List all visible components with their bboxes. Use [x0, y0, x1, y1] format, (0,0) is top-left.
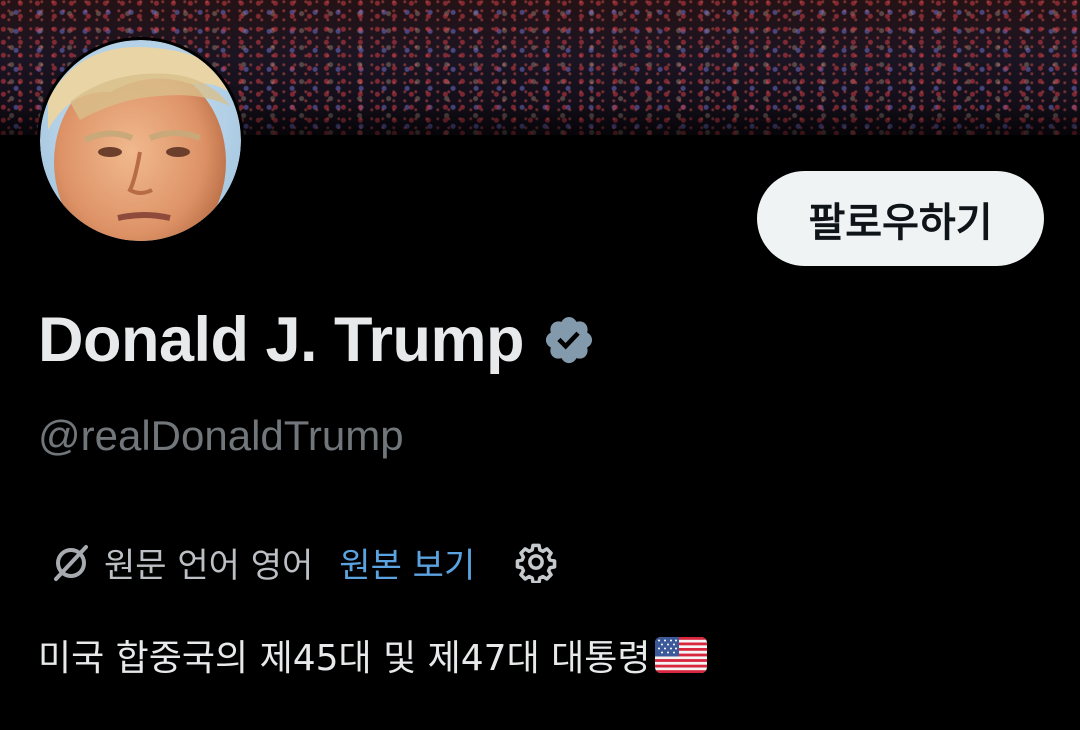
us-flag-icon	[654, 637, 707, 673]
profile-handle: @realDonaldTrump	[38, 412, 404, 459]
view-original-link[interactable]: 원본 보기	[339, 538, 475, 587]
avatar[interactable]	[37, 37, 244, 244]
profile-bio: 미국 합중국의 제45대 및 제47대 대통령	[38, 628, 707, 682]
original-language-text: 원문 언어 영어	[104, 545, 314, 586]
bio-text: 미국 합중국의 제45대 및 제47대 대통령	[38, 638, 651, 679]
translate-off-icon	[50, 541, 92, 583]
follow-button[interactable]: 팔로우하기	[757, 171, 1044, 266]
display-name-row: Donald J. Trump	[38, 300, 596, 380]
gear-icon[interactable]	[515, 541, 557, 585]
verified-badge-icon[interactable]	[542, 313, 596, 367]
translation-bar: 원문 언어 영어 원본 보기	[50, 537, 557, 587]
display-name: Donald J. Trump	[38, 305, 525, 375]
avatar-image	[40, 40, 241, 241]
